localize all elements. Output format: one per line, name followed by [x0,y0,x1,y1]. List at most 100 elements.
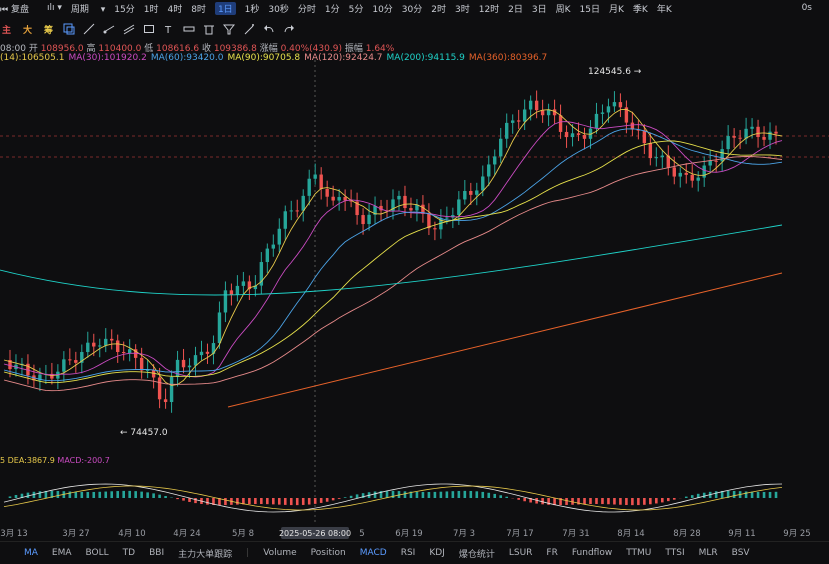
interval-8[interactable]: 1分 [325,2,340,15]
candle-body [696,177,700,181]
macd-bar [164,496,167,498]
interval-0[interactable]: 15分 [114,2,134,15]
indicator-tab-5[interactable]: 主力大单跟踪 [178,547,232,560]
chart-type-icon[interactable]: ılı ▾ [47,3,62,13]
candle-body [714,160,718,162]
macd-bar [553,498,556,506]
interval-15[interactable]: 2日 [508,2,523,15]
interval-21[interactable]: 年K [657,2,672,15]
macd-bar [325,498,329,502]
macd-bar [451,491,455,498]
macd-bar [421,491,425,498]
trash-icon[interactable] [203,23,215,35]
macd-bar [236,498,239,505]
indicator-tab-14[interactable]: Fundflow [572,548,612,558]
interval-19[interactable]: 月K [609,2,624,15]
rect-tool-icon[interactable] [143,23,155,35]
interval-11[interactable]: 30分 [402,2,422,15]
indicator-tab-12[interactable]: LSUR [509,548,533,558]
macd-bar [702,492,706,498]
macd-bar [295,498,299,506]
interval-7[interactable]: 分时 [298,2,316,15]
candle-body [289,210,293,212]
interval-2[interactable]: 4时 [167,2,182,15]
interval-14[interactable]: 12时 [479,2,499,15]
interval-18[interactable]: 15日 [580,2,600,15]
indicator-tab-0[interactable]: MA [24,548,38,558]
indicator-tab-16[interactable]: TTSI [665,548,684,558]
ma200-line [0,224,783,296]
candle-body [403,195,407,209]
ray-tool-icon[interactable] [103,23,115,35]
indicator-tab-17[interactable]: MLR [699,548,718,558]
macd-bar [661,498,664,503]
interval-20[interactable]: 季K [633,2,648,15]
indicator-tab-6[interactable]: Volume [263,548,296,558]
candle-body [445,217,449,219]
indicator-tab-8[interactable]: MACD [360,548,387,558]
macd-bar [128,490,131,498]
macd-bar [415,491,419,498]
interval-3[interactable]: 8时 [191,2,206,15]
indicator-tab-1[interactable]: EMA [52,548,72,558]
candle-body [157,377,162,400]
indicator-tab-18[interactable]: BSV [732,548,750,558]
redo-icon[interactable] [283,23,295,35]
macd-bar [487,492,491,498]
indicator-tab-7[interactable]: Position [311,548,346,558]
magic-icon[interactable] [243,23,255,35]
macd-bar [385,490,389,498]
large-order-button[interactable]: 大 [21,23,34,36]
chips-button[interactable]: 筹 [42,23,55,36]
replay-button[interactable]: ⏮ 复盘 [0,2,38,15]
interval-12[interactable]: 2时 [431,2,446,15]
x-tick-label: 7月 31 [562,529,589,539]
price-chart[interactable]: 124545.6 → ← 74457.0 5 DEA:3867.9 MACD:-20… [0,60,829,542]
indicator-tab-9[interactable]: RSI [401,548,416,558]
macd-bar [307,498,311,505]
indicator-tab-15[interactable]: TTMU [626,548,651,558]
tab-separator: | [246,548,250,558]
indicator-tab-4[interactable]: BBI [149,548,164,558]
interval-10[interactable]: 10分 [372,2,392,15]
indicator-tab-13[interactable]: FR [546,548,557,558]
candle-body [756,126,760,138]
interval-4[interactable]: 1日 [214,1,236,15]
interval-5[interactable]: 1秒 [245,2,260,15]
crosshair-icon[interactable] [63,23,75,35]
interval-16[interactable]: 3日 [532,2,547,15]
macd-bar [373,491,377,498]
macd-bar [313,498,317,504]
text-tool-icon[interactable]: T [163,23,175,35]
macd-bar [319,498,323,503]
undo-icon[interactable] [263,23,275,35]
macd-bar [355,494,359,498]
candle-body [726,136,730,150]
macd-bar [38,491,42,498]
interval-9[interactable]: 5分 [349,2,364,15]
candle-body [606,106,611,113]
period-button[interactable]: 周期 ▾ [71,2,105,15]
indicator-tab-3[interactable]: TD [123,548,135,558]
candle-body [397,195,401,200]
filter-icon[interactable] [223,23,236,35]
channel-tool-icon[interactable] [123,23,135,35]
candle-body [690,174,694,181]
line-tool-icon[interactable] [83,23,95,35]
candle-body [271,244,276,249]
measure-tool-icon[interactable] [183,23,195,35]
indicator-tab-2[interactable]: BOLL [86,548,109,558]
macd-bar [289,498,293,506]
candle-body [499,138,503,157]
main-force-button[interactable]: 主 [0,23,13,36]
indicator-tab-11[interactable]: 爆仓统计 [459,547,495,560]
macd-bar [254,498,257,505]
interval-17[interactable]: 周K [556,2,571,15]
indicator-tab-10[interactable]: KDJ [429,548,445,558]
macd-bar [110,491,114,498]
interval-13[interactable]: 3时 [455,2,470,15]
interval-6[interactable]: 30秒 [268,2,288,15]
macd-bar [762,491,766,498]
candle-body [229,290,234,295]
interval-1[interactable]: 1时 [144,2,159,15]
